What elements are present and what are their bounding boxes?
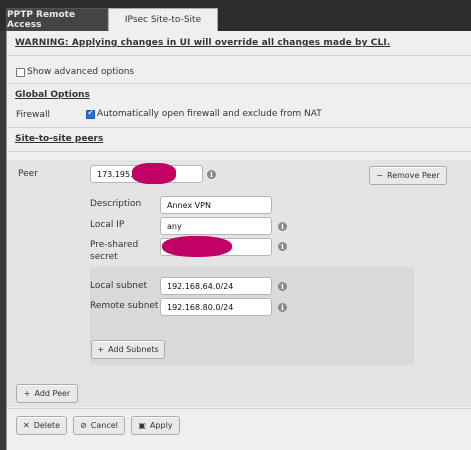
minus-icon: − <box>376 171 383 180</box>
firewall-auto-open[interactable]: Automatically open firewall and exclude … <box>86 108 322 119</box>
remove-peer-label: Remove Peer <box>387 171 440 180</box>
local-ip-info-icon[interactable]: i <box>278 222 287 231</box>
add-peer-button[interactable]: + Add Peer <box>16 384 78 403</box>
save-icon: ▣ <box>138 421 146 430</box>
divider <box>7 83 471 84</box>
remove-peer-button[interactable]: − Remove Peer <box>369 166 447 185</box>
global-options-heading: Global Options <box>15 90 90 100</box>
ipsec-panel: WARNING: Applying changes in UI will ove… <box>6 31 471 450</box>
plus-icon: + <box>23 389 31 398</box>
advanced-options-checkbox[interactable] <box>16 67 25 77</box>
psk-label-line1: Pre-shared <box>90 240 139 250</box>
apply-label: Apply <box>149 421 173 430</box>
peer-value: 173.195. <box>97 169 133 179</box>
description-label: Description <box>90 199 142 209</box>
divider <box>7 55 471 56</box>
cancel-icon: ⊘ <box>80 421 87 430</box>
delete-label: Delete <box>33 421 60 430</box>
local-ip-label: Local IP <box>90 220 125 230</box>
add-peer-label: Add Peer <box>34 389 71 398</box>
delete-button[interactable]: ✕ Delete <box>16 416 67 435</box>
redaction-mark <box>162 236 232 257</box>
tab-pptp-remote-access[interactable]: PPTP Remote Access <box>6 8 108 31</box>
cancel-button[interactable]: ⊘ Cancel <box>73 416 125 435</box>
apply-button[interactable]: ▣ Apply <box>131 416 180 435</box>
remote-subnet-info-icon[interactable]: i <box>278 303 287 312</box>
plus-icon: + <box>97 345 105 354</box>
remote-subnet-value: 192.168.80.0/24 <box>167 302 234 312</box>
local-ip-input[interactable]: any <box>160 217 272 235</box>
firewall-option-label: Automatically open firewall and exclude … <box>97 109 322 119</box>
cancel-label: Cancel <box>90 421 118 430</box>
remote-subnet-label: Remote subnet <box>90 301 159 311</box>
advanced-options-label: Show advanced options <box>27 67 135 77</box>
tab-bar: PPTP Remote Access IPsec Site-to-Site <box>0 0 471 31</box>
add-subnets-button[interactable]: + Add Subnets <box>91 340 165 359</box>
site-to-site-heading: Site-to-site peers <box>15 134 104 144</box>
peer-info-icon[interactable]: i <box>207 170 216 179</box>
psk-info-icon[interactable]: i <box>278 242 287 251</box>
local-subnet-info-icon[interactable]: i <box>278 282 287 291</box>
show-advanced-options[interactable]: Show advanced options <box>16 67 134 77</box>
tab-ipsec-site-to-site[interactable]: IPsec Site-to-Site <box>108 8 218 31</box>
psk-label-line2: secret <box>90 252 118 262</box>
firewall-label: Firewall <box>16 110 50 120</box>
peer-label: Peer <box>18 169 38 179</box>
local-subnet-label: Local subnet <box>90 281 148 291</box>
cli-warning: WARNING: Applying changes in UI will ove… <box>15 38 391 48</box>
local-ip-value: any <box>167 221 182 231</box>
firewall-checkbox[interactable] <box>86 108 95 119</box>
divider <box>7 408 471 409</box>
redaction-mark <box>132 163 176 184</box>
close-icon: ✕ <box>23 421 30 430</box>
description-input[interactable]: Annex VPN <box>160 196 272 214</box>
description-value: Annex VPN <box>167 200 211 210</box>
remote-subnet-input[interactable]: 192.168.80.0/24 <box>160 298 272 316</box>
local-subnet-input[interactable]: 192.168.64.0/24 <box>160 277 272 295</box>
divider <box>7 151 471 152</box>
divider <box>7 127 471 128</box>
local-subnet-value: 192.168.64.0/24 <box>167 281 234 291</box>
add-subnets-label: Add Subnets <box>108 345 159 354</box>
